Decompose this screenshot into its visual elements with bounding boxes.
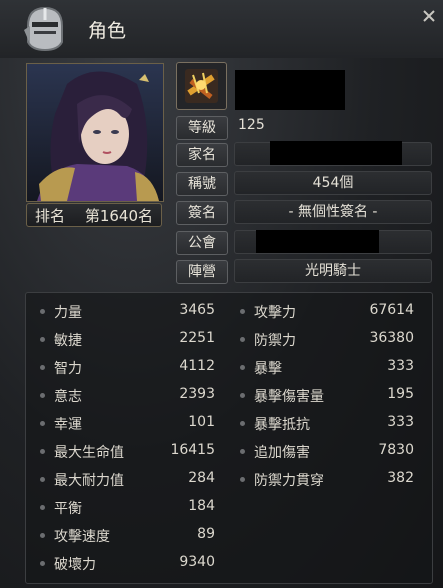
class-emblem-icon[interactable]	[176, 62, 227, 110]
stat-row: 幸運 101	[40, 414, 215, 434]
bullet-icon	[240, 477, 245, 482]
level-value: 125	[238, 117, 265, 133]
signature-text: - 無個性簽名 -	[288, 204, 378, 220]
stat-name: 追加傷害	[254, 445, 310, 461]
stat-value: 36380	[369, 330, 414, 346]
rank-value: 第1640名	[84, 206, 153, 225]
stat-value: 4112	[179, 358, 215, 374]
stat-name: 智力	[54, 361, 82, 377]
stat-value: 2393	[179, 386, 215, 402]
bullet-icon	[40, 421, 45, 426]
character-image	[27, 64, 163, 201]
guild-label: 公會	[176, 231, 228, 255]
stat-value: 9340	[179, 554, 215, 570]
stat-row: 平衡 184	[40, 498, 215, 518]
stat-row: 意志 2393	[40, 386, 215, 406]
title-count: 454個	[312, 175, 354, 191]
stat-value: 67614	[369, 302, 414, 318]
character-portrait[interactable]	[26, 63, 164, 202]
stat-name: 幸運	[54, 417, 82, 433]
character-window: 角色 排名 第1640名 等級 125 家名 稱號 454個 簽名 - 無個性簽…	[0, 0, 443, 588]
stat-value: 7830	[378, 442, 414, 458]
stat-row: 防禦力 36380	[240, 330, 414, 350]
stat-name: 平衡	[54, 501, 82, 517]
stat-name: 敏捷	[54, 333, 82, 349]
stat-row: 最大生命值 16415	[40, 442, 215, 462]
camp-field: 光明騎士	[234, 259, 432, 283]
torch-icon	[185, 69, 218, 103]
stat-name: 防禦力貫穿	[254, 473, 324, 489]
stat-row: 敏捷 2251	[40, 330, 215, 350]
stat-value: 184	[188, 498, 215, 514]
rank-label: 排名	[35, 206, 66, 225]
stat-row: 攻擊力 67614	[240, 302, 414, 322]
camp-value: 光明騎士	[305, 263, 361, 279]
redacted-family-name	[270, 141, 402, 165]
close-icon[interactable]	[421, 8, 437, 24]
stat-value: 101	[188, 414, 215, 430]
bullet-icon	[40, 449, 45, 454]
rank-bar: 排名 第1640名	[26, 203, 162, 227]
bullet-icon	[240, 365, 245, 370]
stat-row: 暴擊抵抗 333	[240, 414, 414, 434]
bullet-icon	[40, 477, 45, 482]
bullet-icon	[40, 561, 45, 566]
stat-value: 2251	[179, 330, 215, 346]
title-bar: 角色	[0, 0, 443, 58]
helmet-icon	[24, 6, 63, 52]
stat-name: 攻擊力	[254, 305, 296, 321]
stat-row: 暴擊 333	[240, 358, 414, 378]
bullet-icon	[240, 309, 245, 314]
stat-value: 382	[387, 470, 414, 486]
stat-row: 最大耐力值 284	[40, 470, 215, 490]
stat-value: 333	[387, 358, 414, 374]
bullet-icon	[240, 337, 245, 342]
bullet-icon	[40, 337, 45, 342]
bullet-icon	[240, 393, 245, 398]
bullet-icon	[40, 533, 45, 538]
stat-value: 333	[387, 414, 414, 430]
stat-row: 攻擊速度 89	[40, 526, 215, 546]
stat-value: 16415	[170, 442, 215, 458]
level-label: 等級	[176, 116, 228, 140]
signature-label: 簽名	[176, 201, 228, 225]
camp-label: 陣營	[176, 260, 228, 284]
stat-row: 暴擊傷害量 195	[240, 386, 414, 406]
stat-row: 防禦力貫穿 382	[240, 470, 414, 490]
title-label: 稱號	[176, 172, 228, 196]
stat-row: 力量 3465	[40, 302, 215, 322]
stat-row: 追加傷害 7830	[240, 442, 414, 462]
stat-row: 破壞力 9340	[40, 554, 215, 574]
stat-name: 暴擊抵抗	[254, 417, 310, 433]
bullet-icon	[40, 505, 45, 510]
stat-name: 破壞力	[54, 557, 96, 573]
family-label: 家名	[176, 143, 228, 167]
stat-name: 最大生命值	[54, 445, 124, 461]
stat-name: 防禦力	[254, 333, 296, 349]
bullet-icon	[40, 365, 45, 370]
bullet-icon	[240, 449, 245, 454]
stat-name: 攻擊速度	[54, 529, 110, 545]
stat-row: 智力 4112	[40, 358, 215, 378]
bullet-icon	[40, 309, 45, 314]
stat-value: 284	[188, 470, 215, 486]
stat-value: 89	[197, 526, 215, 542]
stat-value: 195	[387, 386, 414, 402]
bullet-icon	[240, 421, 245, 426]
redacted-guild-name	[256, 230, 379, 253]
title-field[interactable]: 454個	[234, 171, 432, 195]
stat-value: 3465	[179, 302, 215, 318]
stat-name: 最大耐力值	[54, 473, 124, 489]
stat-name: 暴擊	[254, 361, 282, 377]
stat-name: 暴擊傷害量	[254, 389, 324, 405]
stat-name: 意志	[54, 389, 82, 405]
redacted-character-name	[235, 70, 345, 110]
bullet-icon	[40, 393, 45, 398]
signature-field[interactable]: - 無個性簽名 -	[234, 200, 432, 224]
stat-name: 力量	[54, 305, 82, 321]
window-title: 角色	[88, 20, 127, 42]
